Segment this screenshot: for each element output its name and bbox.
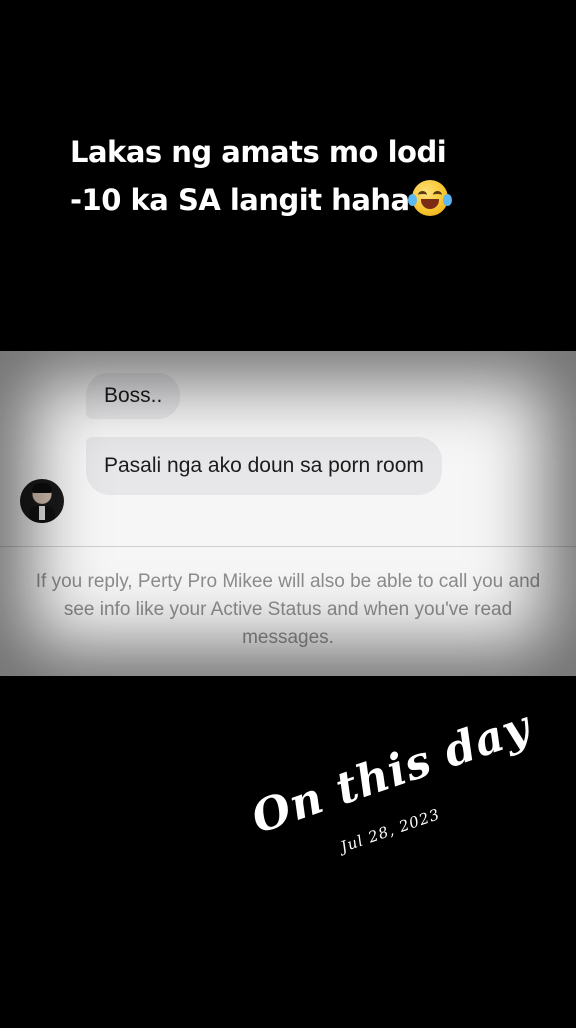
post-caption: Lakas ng amats mo lodi -10 ka SA langit …: [70, 128, 540, 224]
chat-screenshot: Boss.. Pasali nga ako doun sa porn room …: [0, 351, 576, 676]
notice-divider: [0, 546, 576, 547]
caption-line-2-text: -10 ka SA langit haha: [70, 183, 410, 217]
caption-line-2: -10 ka SA langit haha: [70, 176, 540, 224]
memory-date: Jul 28, 2023: [338, 805, 443, 856]
sender-avatar[interactable]: [20, 479, 64, 523]
avatar-hair: [32, 483, 52, 493]
message-text-first: Boss..: [104, 384, 163, 407]
reply-privacy-notice: If you reply, Perty Pro Mikee will also …: [35, 571, 541, 648]
avatar-shirt: [39, 506, 45, 520]
caption-line-1: Lakas ng amats mo lodi: [70, 135, 447, 169]
message-bubble-first: Boss..: [86, 373, 181, 419]
laughing-tears-emoji-icon: [407, 180, 452, 216]
message-text-second: Pasali nga ako doun sa porn room: [104, 454, 424, 477]
message-bubble-second: Pasali nga ako doun sa porn room: [86, 437, 442, 495]
